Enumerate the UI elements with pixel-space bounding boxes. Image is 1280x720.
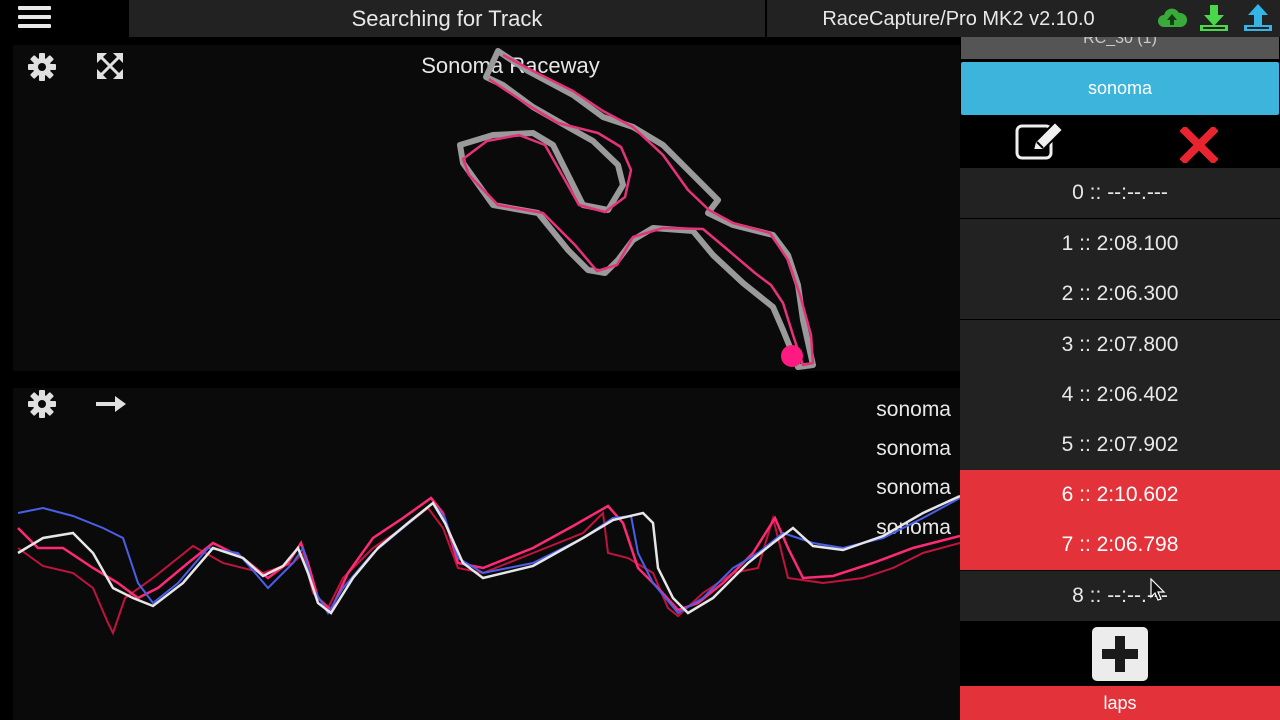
mouse-cursor-icon: [1150, 578, 1166, 601]
track-outline: [457, 48, 816, 370]
series-line-4: [17, 506, 960, 636]
session-actions: [960, 117, 1280, 167]
download-icon[interactable]: [1198, 3, 1230, 33]
session-label: RC_30 (1): [1083, 37, 1157, 47]
lap-item-selected[interactable]: 6 :: 2:10.602: [960, 470, 1280, 520]
status-title: Searching for Track: [129, 0, 765, 37]
session-sidebar: RC_30 (1) sonoma 0 :: --:--.--- 1 :: 2:0…: [960, 37, 1280, 720]
lap-chart-panel: sonoma sonoma sonoma sonoma: [13, 388, 960, 720]
add-button[interactable]: [1092, 627, 1148, 681]
delete-icon[interactable]: [1180, 127, 1218, 163]
upload-icon[interactable]: [1242, 3, 1274, 33]
track-map-panel: Sonoma Raceway: [13, 45, 960, 371]
lap-item[interactable]: 1 :: 2:08.100: [960, 219, 1280, 269]
lap-item[interactable]: 5 :: 2:07.902: [960, 420, 1280, 470]
session-item-selected[interactable]: sonoma: [961, 62, 1279, 115]
series-line-3: [17, 496, 960, 613]
series-line-1: [17, 494, 960, 615]
top-icon-group: [1150, 0, 1280, 37]
lap-item[interactable]: 4 :: 2:06.402: [960, 370, 1280, 420]
cloud-upload-icon[interactable]: [1156, 3, 1188, 33]
lap-item-selected[interactable]: 7 :: 2:06.798: [960, 520, 1280, 570]
tab-laps[interactable]: laps: [960, 686, 1280, 720]
plus-icon: [1102, 636, 1138, 672]
lap-chart[interactable]: [13, 388, 960, 720]
top-bar: Searching for Track RaceCapture/Pro MK2 …: [0, 0, 1280, 37]
edit-icon[interactable]: [1015, 120, 1067, 162]
device-title: RaceCapture/Pro MK2 v2.10.0: [767, 0, 1150, 37]
lap-item[interactable]: 3 :: 2:07.800: [960, 320, 1280, 370]
track-map[interactable]: [13, 45, 960, 371]
lap-item[interactable]: 2 :: 2:06.300: [960, 269, 1280, 319]
series-line-2: [17, 497, 960, 615]
lap-item[interactable]: 8 :: --:--.---: [960, 571, 1280, 621]
car-position-marker: [781, 345, 803, 367]
lap-item[interactable]: 0 :: --:--.---: [960, 168, 1280, 218]
session-item-previous[interactable]: RC_30 (1): [961, 37, 1279, 59]
menu-button[interactable]: [0, 0, 127, 37]
